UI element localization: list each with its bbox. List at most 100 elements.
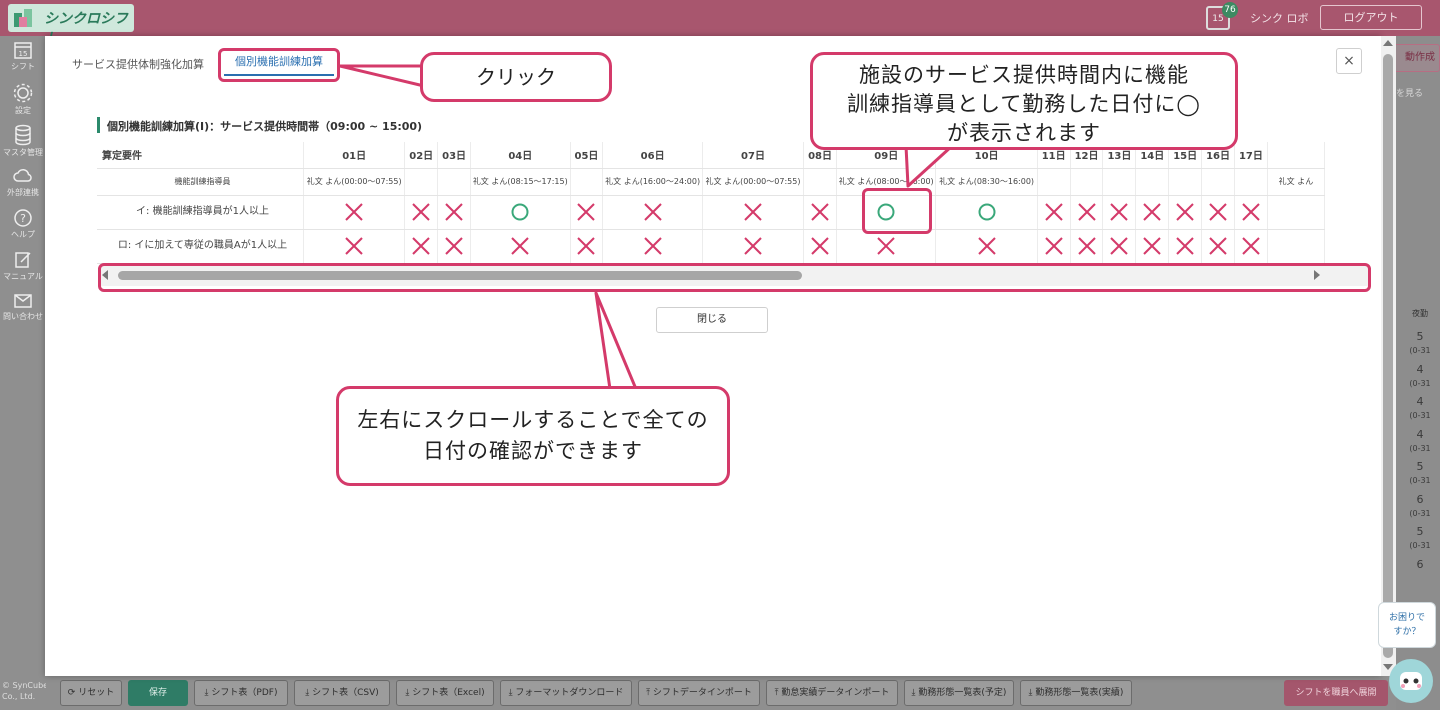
sidebar-item-manual[interactable]: マニュアル bbox=[0, 250, 46, 282]
shift-excel-button[interactable]: ⤓ シフト表（Excel) bbox=[396, 680, 494, 706]
mark-cell bbox=[602, 195, 703, 230]
cross-mark-icon bbox=[577, 237, 596, 255]
mark-cell bbox=[1102, 195, 1137, 230]
mark-cell bbox=[702, 229, 805, 264]
mark-cell bbox=[1037, 229, 1071, 264]
staff-cell bbox=[437, 168, 472, 196]
deploy-shift-button[interactable]: シフトを職員へ展開 bbox=[1284, 680, 1388, 706]
shift-count: 6 bbox=[1416, 557, 1424, 571]
copyright-line: © SynCube bbox=[2, 681, 49, 690]
sidebar-item-shift[interactable]: 15 シフト bbox=[0, 40, 46, 72]
mark-cell bbox=[1201, 195, 1235, 230]
button-label: シフト表（CSV) bbox=[312, 688, 379, 698]
auto-create-button[interactable]: 動作成 bbox=[1390, 44, 1440, 72]
shift-count: 4 bbox=[1416, 362, 1424, 376]
help-bubble[interactable]: お困りで すか？ bbox=[1378, 602, 1436, 648]
sidebar-item-integration[interactable]: 外部連携 bbox=[0, 166, 46, 198]
scroll-up-arrow-icon[interactable] bbox=[1383, 40, 1393, 46]
cross-mark-icon bbox=[1077, 203, 1096, 221]
staff-cell bbox=[1037, 168, 1071, 196]
work-plan-list-button[interactable]: ⤓ 勤務形態一覧表(予定) bbox=[904, 680, 1014, 706]
row-label: イ: 機能訓練指導員が1人以上 bbox=[97, 195, 305, 230]
cross-mark-icon bbox=[1242, 237, 1260, 255]
cross-mark-icon bbox=[877, 237, 895, 255]
cross-mark-icon bbox=[577, 203, 596, 221]
close-icon[interactable]: × bbox=[1336, 48, 1362, 74]
upload-icon: ⤒ bbox=[646, 688, 651, 698]
app-logo[interactable]: シンクロシフト bbox=[8, 4, 134, 47]
staff-cell bbox=[1234, 168, 1268, 196]
button-label: 勤務形態一覧表(実績) bbox=[1035, 688, 1124, 698]
callout-circle-explanation: 施設のサービス提供時間内に機能 訓練指導員として勤務した日付に◯ が表示されます bbox=[810, 52, 1238, 150]
mark-cell bbox=[404, 229, 439, 264]
row-label: 機能訓練指導員 bbox=[97, 168, 305, 196]
shift-csv-button[interactable]: ⤓ シフト表（CSV) bbox=[294, 680, 390, 706]
mark-cell bbox=[935, 229, 1038, 264]
highlight-scrollbar bbox=[98, 263, 1371, 292]
upload-icon: ⤒ bbox=[774, 688, 779, 698]
sidebar-item-master[interactable]: マスタ管理 bbox=[0, 124, 46, 158]
button-label: 勤務形態一覧表(予定) bbox=[918, 688, 1007, 698]
sidebar-item-contact[interactable]: 問い合わせ bbox=[0, 292, 46, 322]
sidebar-item-label: マスタ管理 bbox=[3, 148, 43, 157]
mark-cell bbox=[1234, 229, 1268, 264]
copyright: © SynCube Co., Ltd. bbox=[2, 680, 48, 702]
shift-range: (0-31 bbox=[1409, 346, 1431, 355]
manual-icon bbox=[15, 252, 31, 268]
shift-count: 4 bbox=[1416, 427, 1424, 441]
button-label: フォーマットダウンロード bbox=[515, 688, 624, 698]
cross-mark-icon bbox=[1176, 203, 1194, 221]
attendance-import-button[interactable]: ⤒ 勤怠実績データインポート bbox=[766, 680, 898, 706]
shift-import-button[interactable]: ⤒ シフトデータインポート bbox=[638, 680, 760, 706]
cross-mark-icon bbox=[744, 237, 762, 255]
callout-line: 訓練指導員として勤務した日付に◯ bbox=[847, 92, 1201, 116]
mark-cell bbox=[803, 229, 837, 264]
mark-cell bbox=[470, 229, 571, 264]
mark-cell bbox=[1070, 229, 1104, 264]
sidebar-item-label: 外部連携 bbox=[7, 188, 39, 197]
mark-cell bbox=[1267, 229, 1325, 264]
see-link[interactable]: を見る bbox=[1396, 86, 1423, 99]
table-row: 機能訓練指導員 礼文 よん(00:00〜07:55) 礼文 よん(08:15〜17:… bbox=[97, 168, 1325, 196]
reset-button[interactable]: ⟳ リセット bbox=[60, 680, 122, 706]
shift-range: (0-31 bbox=[1409, 476, 1431, 485]
cross-mark-icon bbox=[345, 237, 363, 255]
download-icon: ⤓ bbox=[1028, 688, 1033, 698]
work-actual-list-button[interactable]: ⤓ 勤務形態一覧表(実績) bbox=[1020, 680, 1132, 706]
cross-mark-icon bbox=[811, 237, 829, 255]
cross-mark-icon bbox=[445, 237, 463, 255]
sidebar: 15 シフト 設定 マスタ管理 外部連携 ? ヘルプ マニュアル 問い合わせ bbox=[0, 36, 46, 710]
user-name[interactable]: シンク ロボ bbox=[1250, 10, 1309, 26]
day-header: 02日 bbox=[404, 142, 439, 169]
shift-pdf-button[interactable]: ⤓ シフト表（PDF) bbox=[194, 680, 288, 706]
mark-cell bbox=[1168, 195, 1203, 230]
database-icon bbox=[15, 124, 31, 146]
header-cell: 算定要件 bbox=[97, 142, 305, 169]
requirements-table-container[interactable]: 算定要件 01日 02日 03日 04日 05日 06日 07日 08日 09日 10日 11日 12日… bbox=[97, 142, 1325, 264]
mark-cell bbox=[570, 195, 604, 230]
staff-cell bbox=[1102, 168, 1137, 196]
button-label: シフト表（Excel) bbox=[412, 688, 485, 698]
sidebar-item-settings[interactable]: 設定 bbox=[0, 82, 46, 116]
shift-count: 5 bbox=[1416, 525, 1424, 538]
close-button[interactable]: 閉じる bbox=[656, 307, 768, 333]
tab-service-system[interactable]: サービス提供体制強化加算 bbox=[72, 56, 204, 72]
cross-mark-icon bbox=[1044, 203, 1063, 221]
cross-mark-icon bbox=[1242, 203, 1260, 221]
cross-mark-icon bbox=[1077, 237, 1096, 255]
save-button[interactable]: 保存 bbox=[128, 680, 188, 706]
sidebar-item-help[interactable]: ? ヘルプ bbox=[0, 208, 46, 240]
mark-cell bbox=[836, 229, 937, 264]
download-icon: ⤓ bbox=[911, 688, 916, 698]
logout-button[interactable]: ログアウト bbox=[1320, 5, 1422, 30]
robot-assistant-icon[interactable] bbox=[1388, 658, 1434, 704]
day-header bbox=[1267, 142, 1325, 169]
day-header: 17日 bbox=[1234, 142, 1268, 169]
shift-range: (0-31 bbox=[1409, 411, 1431, 420]
cross-mark-icon bbox=[1110, 203, 1129, 221]
mark-cell bbox=[303, 195, 406, 230]
mark-cell bbox=[935, 195, 1038, 230]
vertical-scrollbar-thumb[interactable] bbox=[1383, 54, 1393, 658]
format-download-button[interactable]: ⤓ フォーマットダウンロード bbox=[500, 680, 632, 706]
shift-count: 5 bbox=[1416, 330, 1424, 343]
